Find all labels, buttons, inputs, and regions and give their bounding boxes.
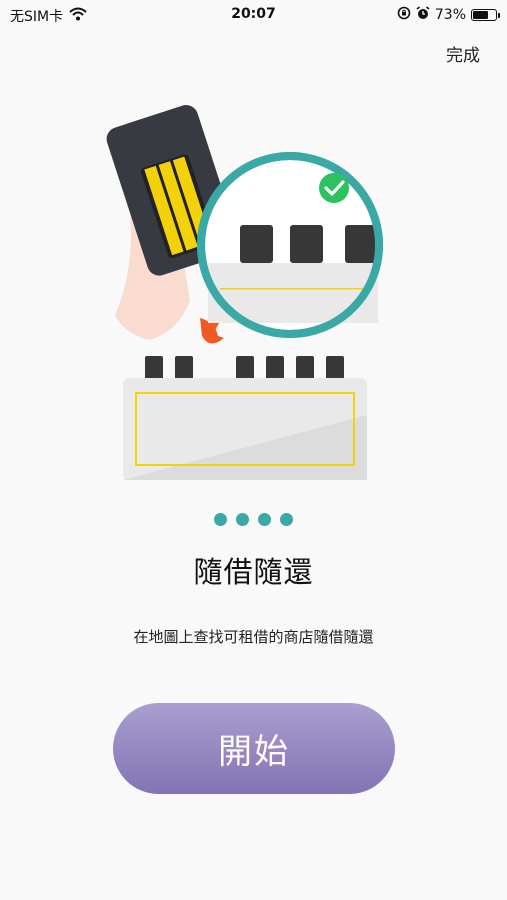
battery-fill: [473, 11, 489, 19]
status-bar: 无SIM卡 20:07 73%: [0, 0, 507, 30]
page-subtitle: 在地圖上查找可租借的商店隨借隨還: [133, 628, 374, 646]
page-dot: [214, 513, 227, 526]
start-button[interactable]: 開始: [113, 703, 395, 794]
battery-tip: [498, 13, 500, 18]
charging-station-icon: [123, 356, 367, 480]
alarm-icon: [416, 6, 430, 24]
page-dot: [258, 513, 271, 526]
orientation-lock-icon: [397, 6, 411, 24]
battery-icon: [471, 9, 500, 21]
status-right: 73%: [397, 6, 500, 24]
done-button[interactable]: 完成: [446, 41, 480, 66]
page-title: 隨借隨還: [193, 555, 314, 589]
onboarding-illustration: [100, 100, 410, 490]
page-indicator: [0, 513, 507, 526]
check-icon: [319, 173, 349, 203]
page-dot: [280, 513, 293, 526]
magnifier-circle: [197, 152, 383, 338]
page-dot: [236, 513, 249, 526]
battery-percent: 73%: [434, 7, 466, 23]
